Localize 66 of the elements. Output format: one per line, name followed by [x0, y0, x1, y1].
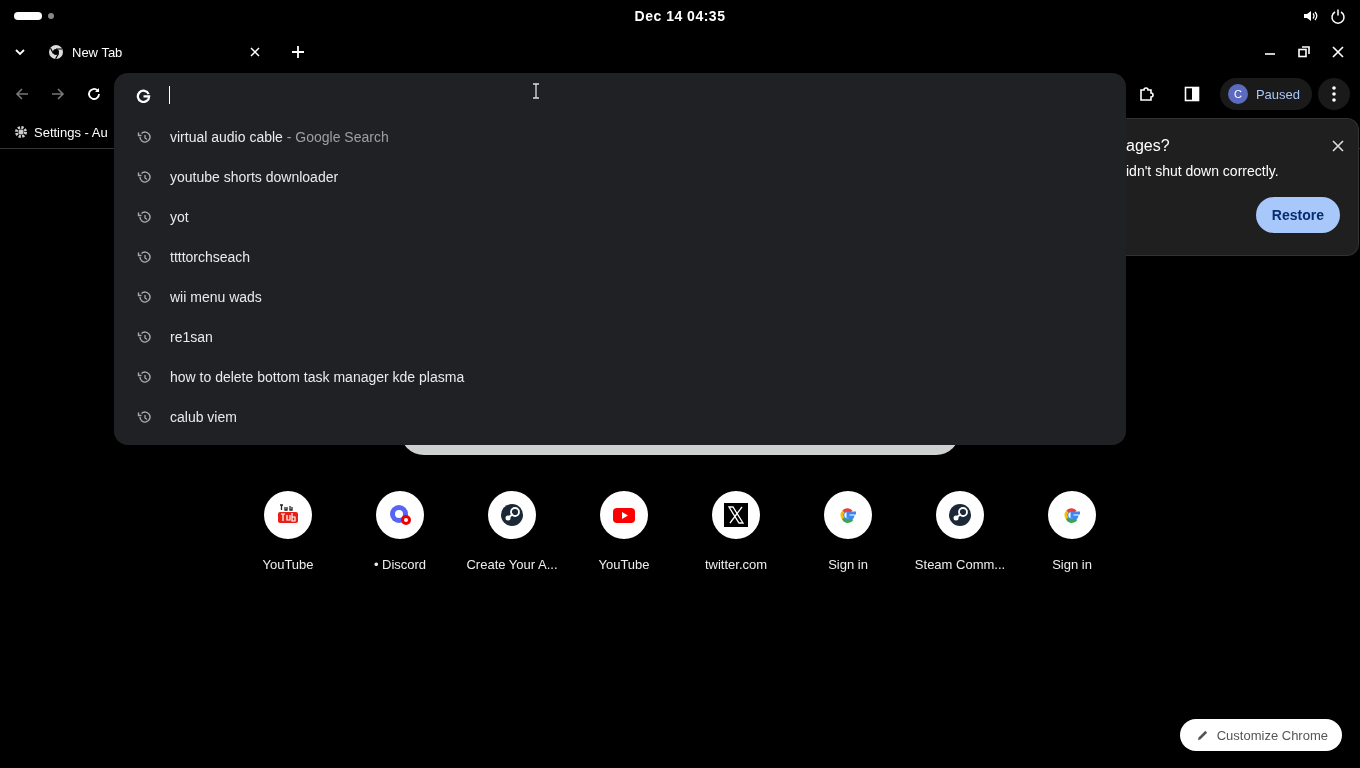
- shortcut-label: Sign in: [1052, 557, 1092, 572]
- suggestion-item[interactable]: youtube shorts downloader: [114, 157, 1126, 197]
- bookmark[interactable]: Settings - Au: [14, 124, 108, 140]
- reload-icon[interactable]: [86, 86, 102, 102]
- mouse-cursor-icon: [532, 83, 540, 99]
- suggestion-item[interactable]: re1san: [114, 317, 1126, 357]
- suggestion-item[interactable]: calub viem: [114, 397, 1126, 437]
- customize-button[interactable]: Customize Chrome: [1179, 719, 1342, 751]
- back-icon[interactable]: [14, 86, 30, 102]
- dialog-message: idn't shut down correctly.: [1126, 163, 1280, 179]
- shortcut-tile[interactable]: YouTube: [568, 491, 680, 572]
- shortcut-label: • Discord: [373, 557, 427, 572]
- shortcut-label: twitter.com: [704, 557, 768, 572]
- history-icon: [137, 290, 151, 304]
- history-icon: [137, 370, 151, 384]
- g-icon: [136, 87, 151, 103]
- shortcut-label: YouTube: [598, 557, 650, 572]
- shortcut-label: Create Your A...: [466, 557, 558, 572]
- suggestion-item[interactable]: wii menu wads: [114, 277, 1126, 317]
- more-vertical-icon: [1332, 86, 1336, 102]
- shortcut-tile[interactable]: Sign in: [1016, 491, 1128, 572]
- dialog-title: ages?: [1126, 137, 1170, 155]
- text-cursor: [169, 86, 170, 104]
- workspace-dot[interactable]: [48, 13, 54, 19]
- close-icon[interactable]: [1332, 140, 1344, 152]
- history-icon: [137, 170, 151, 184]
- history-icon: [137, 250, 151, 264]
- x-logo-icon: [722, 501, 750, 529]
- speaker-icon[interactable]: [1302, 8, 1318, 24]
- shortcut-tile[interactable]: • Discord: [344, 491, 456, 572]
- shortcut-label: YouTube: [262, 557, 314, 572]
- puzzle-icon[interactable]: [1137, 85, 1156, 103]
- tab-title: New Tab: [72, 44, 124, 60]
- suggestion-item[interactable]: yot: [114, 197, 1126, 237]
- forward-icon[interactable]: [50, 86, 66, 102]
- power-icon[interactable]: [1330, 8, 1346, 24]
- activities-indicator[interactable]: [14, 12, 42, 20]
- restore-button[interactable]: Restore: [1255, 197, 1340, 233]
- suggestion-item[interactable]: virtual audio cable - Google Search: [114, 117, 1126, 157]
- restore-window-icon[interactable]: [1298, 46, 1310, 58]
- shortcut-tile[interactable]: Create Your A...: [456, 491, 568, 572]
- shortcut-label: Steam Comm...: [914, 557, 1006, 572]
- history-icon: [137, 410, 151, 424]
- shortcut-tile[interactable]: Sign in: [792, 491, 904, 572]
- chevron-down-icon[interactable]: [14, 46, 26, 58]
- gear-icon: [14, 125, 28, 139]
- history-icon: [137, 130, 151, 144]
- side-panel-icon[interactable]: [1183, 86, 1200, 102]
- history-icon: [137, 330, 151, 344]
- suggestion-item[interactable]: how to delete bottom task manager kde plasma: [114, 357, 1126, 397]
- shortcut-tile[interactable]: Steam Comm...: [904, 491, 1016, 572]
- history-icon: [137, 210, 151, 224]
- menu-button[interactable]: [1318, 78, 1350, 110]
- shortcut-tile[interactable]: twitter.com: [680, 491, 792, 572]
- new-tab-icon[interactable]: [292, 46, 304, 58]
- shortcut-tile[interactable]: YouTube: [232, 491, 344, 572]
- avatar: C: [1227, 84, 1248, 104]
- browser-logo-icon: [48, 44, 64, 60]
- profile-button[interactable]: C Paused: [1219, 78, 1312, 110]
- clock[interactable]: Dec 14 04:35: [634, 8, 726, 24]
- pencil-icon: [1195, 728, 1209, 742]
- gear-circle-icon: [498, 501, 526, 529]
- tab[interactable]: New Tab: [48, 37, 268, 67]
- shortcut-label: Sign in: [828, 557, 868, 572]
- suggestion-item[interactable]: ttttorchseach: [114, 237, 1126, 277]
- gear-circle-icon: [946, 501, 974, 529]
